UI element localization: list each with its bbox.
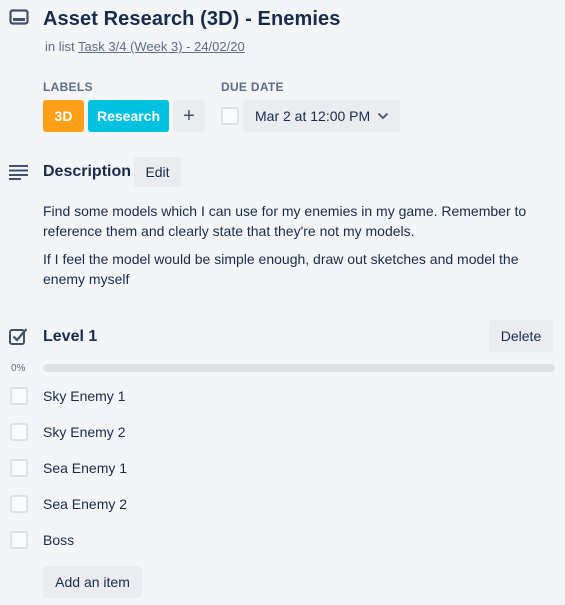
add-item-button[interactable]: Add an item — [43, 566, 142, 598]
description-heading: Description — [43, 163, 132, 180]
checklist-item-text[interactable]: Sea Enemy 1 — [43, 460, 127, 476]
card-list-info: in list Task 3/4 (Week 3) - 24/02/20 — [45, 39, 245, 54]
checklist-item-checkbox[interactable] — [10, 459, 28, 477]
checklist-progress-bar — [43, 364, 555, 372]
add-label-button[interactable]: + — [173, 100, 205, 132]
checklist-item-checkbox[interactable] — [10, 387, 28, 405]
delete-checklist-button[interactable]: Delete — [489, 320, 553, 352]
due-date-heading: DUE DATE — [221, 80, 284, 94]
label-research[interactable]: Research — [88, 100, 169, 132]
chevron-down-icon — [377, 112, 389, 120]
checklist-item-text[interactable]: Boss — [43, 532, 74, 548]
checklist-progress-percent: 0% — [11, 363, 26, 374]
due-date-button[interactable]: Mar 2 at 12:00 PM — [243, 100, 400, 132]
description-body[interactable]: Find some models which I can use for my … — [43, 201, 543, 289]
checklist-item-text[interactable]: Sky Enemy 1 — [43, 388, 125, 404]
checklist-title[interactable]: Level 1 — [43, 328, 97, 346]
labels-heading: LABELS — [43, 80, 93, 94]
description-lines-icon — [9, 165, 28, 180]
checklist-item-text[interactable]: Sky Enemy 2 — [43, 424, 125, 440]
checklist-item-checkbox[interactable] — [10, 423, 28, 441]
due-date-value: Mar 2 at 12:00 PM — [255, 108, 371, 124]
card-icon — [9, 9, 29, 25]
description-paragraph: Find some models which I can use for my … — [43, 203, 527, 239]
checklist-icon — [9, 328, 28, 345]
checklist-item-checkbox[interactable] — [10, 531, 28, 549]
label-3d[interactable]: 3D — [43, 100, 84, 132]
due-date-complete-checkbox[interactable] — [221, 107, 239, 125]
in-list-prefix: in list — [45, 39, 75, 54]
edit-description-button[interactable]: Edit — [134, 157, 181, 187]
description-paragraph: If I feel the model would be simple enou… — [43, 251, 519, 287]
checklist-item-text[interactable]: Sea Enemy 2 — [43, 496, 127, 512]
list-link[interactable]: Task 3/4 (Week 3) - 24/02/20 — [78, 39, 245, 54]
checklist-item-checkbox[interactable] — [10, 495, 28, 513]
card-title[interactable]: Asset Research (3D) - Enemies — [43, 8, 340, 31]
